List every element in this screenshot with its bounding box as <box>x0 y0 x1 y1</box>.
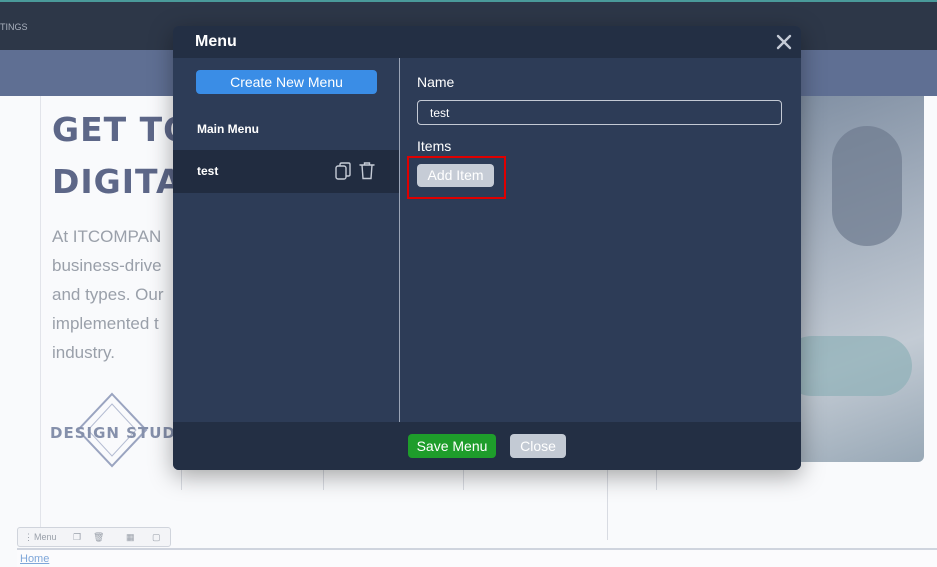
background-paragraph: At ITCOMPAN business-drive and types. Ou… <box>52 222 164 367</box>
background-bottom-bar <box>17 548 937 567</box>
background-toolbar-box-icon: ▢ <box>152 532 161 542</box>
background-column-rule <box>181 470 182 490</box>
background-divider <box>40 96 41 536</box>
modal-footer: Save Menu Close <box>173 422 801 470</box>
create-new-menu-button[interactable]: Create New Menu <box>196 70 377 94</box>
items-label: Items <box>417 138 452 154</box>
background-image-desk-shape <box>782 336 912 396</box>
close-icon[interactable] <box>774 32 794 52</box>
background-toolbar-label: Menu <box>34 532 57 542</box>
modal-header: Menu <box>173 26 801 58</box>
background-paragraph-line: implemented t <box>52 314 159 333</box>
menu-editor: Name Items Add Item <box>401 58 801 422</box>
trash-icon[interactable] <box>359 161 375 180</box>
add-item-button[interactable]: Add Item <box>417 164 494 187</box>
background-toolbar: ⋮ Menu ❐ 🗑 ▦ ▢ <box>17 527 171 547</box>
main-menu-label: Main Menu <box>197 122 259 136</box>
save-menu-button[interactable]: Save Menu <box>408 434 496 458</box>
menu-modal: Menu Create New Menu Main Menu test Name… <box>173 26 801 470</box>
background-paragraph-line: business-drive <box>52 256 162 275</box>
name-label: Name <box>417 74 455 90</box>
modal-title: Menu <box>195 33 237 50</box>
sidebar-item-label: test <box>197 164 219 178</box>
background-column-rule <box>656 470 657 490</box>
background-column-rule <box>607 470 608 540</box>
background-toolbar-grid-icon: ▦ <box>126 532 135 542</box>
menu-sidebar: Create New Menu Main Menu test <box>173 58 400 422</box>
background-image-person-shape <box>832 126 902 246</box>
close-button[interactable]: Close <box>510 434 566 458</box>
background-home-link: Home <box>20 553 50 565</box>
background-paragraph-line: and types. Our <box>52 285 164 304</box>
background-toolbar-handle-icon: ⋮ <box>24 532 33 542</box>
background-column-rule <box>323 470 324 490</box>
background-toolbar-copy-icon: ❐ <box>73 532 82 542</box>
copy-icon[interactable] <box>335 162 351 180</box>
background-headline-1: GET TO <box>52 110 193 149</box>
name-input[interactable] <box>417 100 782 125</box>
sidebar-item-test[interactable]: test <box>173 150 399 193</box>
background-paragraph-line: At ITCOMPAN <box>52 227 162 246</box>
background-top-tag: TINGS <box>0 22 28 32</box>
background-column-rule <box>463 470 464 490</box>
background-paragraph-line: industry. <box>52 343 115 362</box>
background-toolbar-trash-icon: 🗑 <box>93 532 105 542</box>
